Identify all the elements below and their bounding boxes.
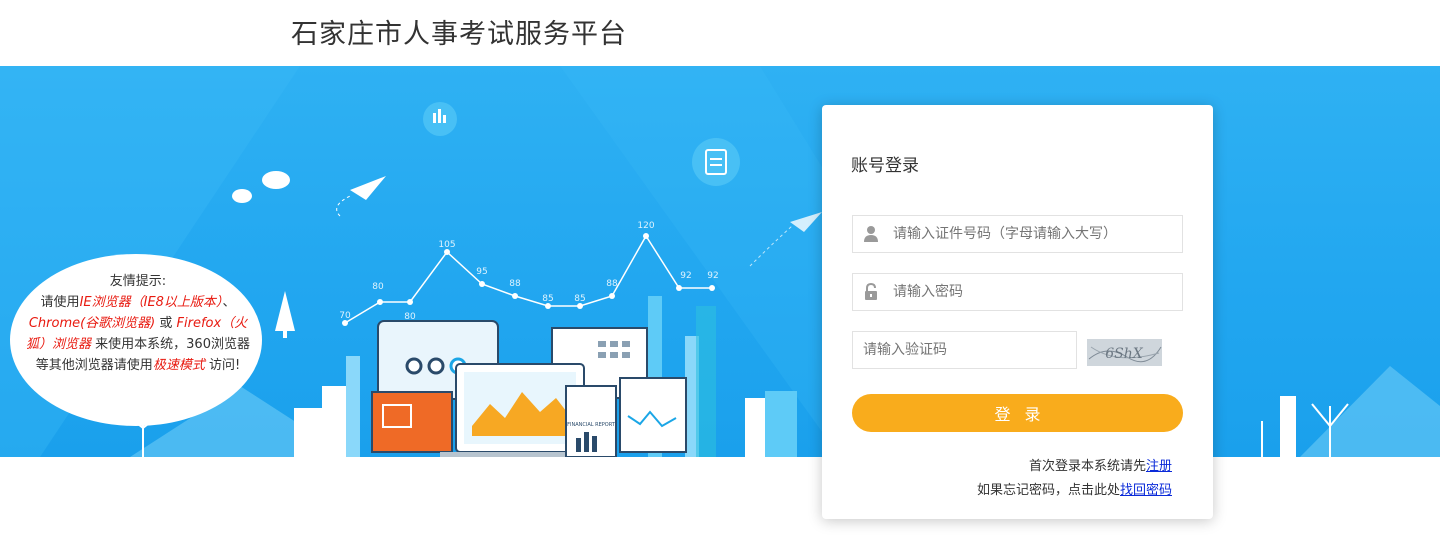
tip-line-2: Chrome(谷歌浏览器) 或 Firefox（火 (18, 313, 258, 334)
tip-highlight: IE浏览器（IE8以上版本） (79, 295, 223, 310)
chart-label: 88 (606, 279, 618, 289)
captcha-input[interactable] (863, 332, 1068, 368)
tip-text: 来使用本系统，360浏览器 (91, 337, 250, 352)
user-icon (864, 226, 878, 242)
login-title: 账号登录 (851, 156, 919, 176)
chart-label: 80 (372, 282, 384, 292)
recover-password-link[interactable]: 找回密码 (1120, 483, 1172, 498)
tip-text: 请使用 (40, 295, 80, 310)
forgot-password-hint: 如果忘记密码，点击此处找回密码 (977, 479, 1172, 498)
id-number-input[interactable] (893, 216, 1178, 252)
tip-heading: 友情提示: (109, 274, 167, 289)
site-title: 石家庄市人事考试服务平台 (291, 19, 627, 50)
banner: 70 80 80 105 95 88 85 85 88 120 92 92 FI… (0, 66, 1440, 457)
password-input[interactable] (893, 274, 1178, 310)
register-link[interactable]: 注册 (1146, 459, 1172, 474)
tip-text: 或 (155, 316, 177, 331)
chart-label: 120 (637, 221, 654, 231)
chart-label: 70 (339, 311, 351, 321)
chart-label: 105 (438, 240, 455, 250)
captcha-image[interactable]: 6ShX (1087, 339, 1162, 366)
login-panel: 账号登录 6ShX 登录 首次登录本系统请先注册 如果忘记密码，点击此处找回密码 (822, 105, 1213, 519)
password-field (852, 273, 1183, 311)
chart-label: 85 (574, 294, 585, 304)
captcha-text: 6ShX (1105, 346, 1144, 362)
tip-line-3: 狐）浏览器 来使用本系统，360浏览器 (18, 334, 258, 355)
tip-text: 、 (222, 295, 236, 310)
login-button[interactable]: 登录 (852, 394, 1183, 432)
chart-label: 95 (476, 267, 487, 277)
forgot-password-text: 如果忘记密码，点击此处 (976, 483, 1120, 498)
tip-line-1: 请使用IE浏览器（IE8以上版本）、 (18, 292, 258, 313)
tip-text: 访问! (204, 358, 241, 373)
tip-highlight: Chrome(谷歌浏览器) (28, 316, 156, 331)
report-label: FINANCIAL REPORT (567, 422, 616, 428)
tip-highlight: 极速模式 (152, 358, 205, 373)
chart-label: 92 (707, 271, 718, 281)
captcha-field (852, 331, 1077, 369)
tip-highlight: Firefox（火 (176, 316, 248, 331)
tip-text: 等其他浏览器请使用 (35, 358, 153, 373)
lock-icon (865, 283, 877, 300)
chart-label: 92 (680, 271, 691, 281)
chart-label: 88 (509, 279, 521, 289)
id-number-field (852, 215, 1183, 253)
tip-highlight: 狐）浏览器 (26, 337, 92, 352)
header: 石家庄市人事考试服务平台 (0, 0, 1440, 66)
tip-line-4: 等其他浏览器请使用极速模式 访问! (18, 355, 258, 376)
register-hint-text: 首次登录本系统请先 (1028, 459, 1146, 474)
register-hint: 首次登录本系统请先注册 (1029, 455, 1172, 474)
chart-label: 85 (542, 294, 553, 304)
browser-tip: 友情提示: 请使用IE浏览器（IE8以上版本）、 Chrome(谷歌浏览器) 或… (18, 271, 258, 376)
